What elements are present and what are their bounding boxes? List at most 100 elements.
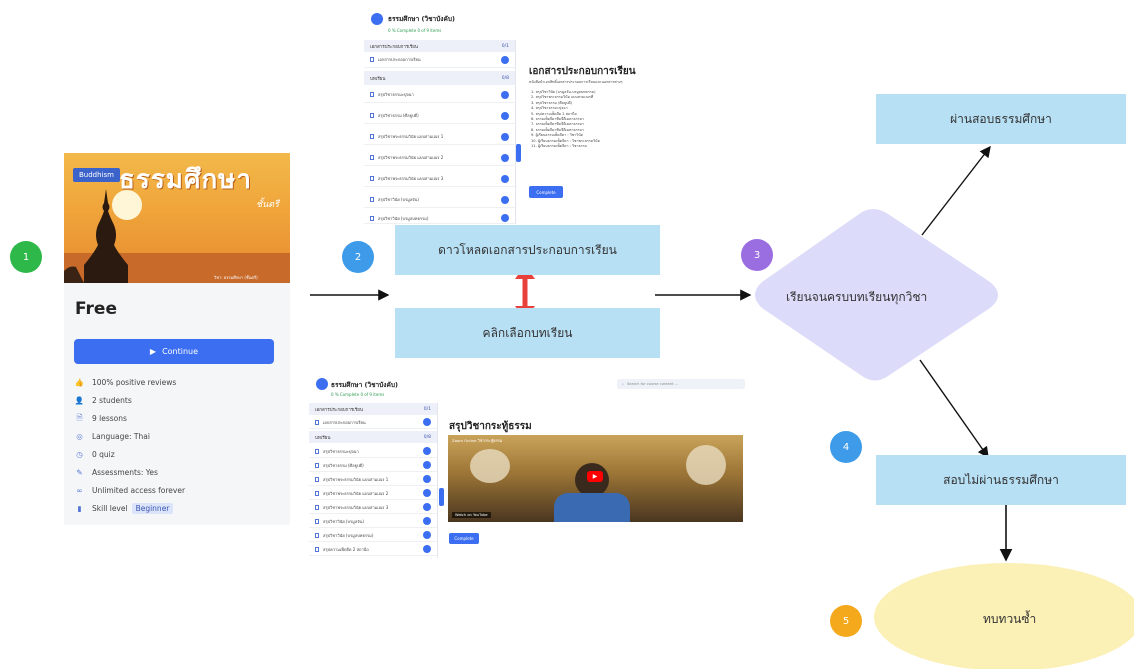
check-icon [423, 489, 431, 497]
course-title: ธรรมศึกษา (วิชาบังคับ) [388, 15, 455, 23]
course-meta-list: 👍 100% positive reviews 👤 2 students 🗎 9 le… [75, 373, 285, 517]
sidebar-item-lesson-1[interactable]: สรุปวิชาธรรมะปุจฉา [364, 87, 515, 103]
sidebar-item-lesson-6[interactable]: สรุปวิชาวินัย (บรมูลจัน) [309, 515, 437, 528]
sidebar-item-lesson-6[interactable]: สรุปวิชาวินัย (บรมูลจัน) [364, 192, 515, 208]
sidebar-item-lesson-7[interactable]: สรุปวิชาวินัย (บรมูลบทธรรม) [364, 213, 515, 224]
sidebar-section-documents[interactable]: เอกสารประกอบการเรียน 0/1 [364, 40, 515, 52]
sidebar-item-document[interactable]: เอกสารประกอบการเรียน [309, 416, 437, 429]
document-icon [315, 490, 319, 496]
document-icon [315, 504, 319, 510]
step-marker-4: 4 [830, 431, 862, 463]
course-price: Free [75, 299, 117, 319]
lesson-sidebar: เอกสารประกอบการเรียน 0/1 เอกสารประกอบการเ… [309, 403, 438, 558]
pass-exam-box: ผ่านสอบธรรมศึกษา [876, 94, 1126, 144]
search-input[interactable]: ⌕ Search for course content ... [617, 379, 745, 389]
check-icon [501, 214, 509, 222]
sidebar-section-lessons[interactable]: บทเรียน 0/8 [309, 431, 437, 443]
fail-exam-box: สอบไม่ผ่านธรรมศึกษา [876, 455, 1126, 505]
sidebar-item-lesson-3[interactable]: สรุปวิชาพระธรรมวินัย แบบสามเณร 1 [309, 473, 437, 486]
flow-diagram: Buddhism ธรรมศึกษา ชั้นตรี วิชา: ธรรมศึก… [0, 0, 1134, 669]
check-icon [423, 503, 431, 511]
sidebar-item-lesson-5[interactable]: สรุปวิชาพระธรรมวินัย แบบสามเณร 3 [364, 171, 515, 187]
sidebar-item-lesson-2[interactable]: สรุปวิชาธรรม (ศีลธูปดี) [364, 108, 515, 124]
document-icon [370, 197, 374, 202]
sidebar-toggle[interactable] [439, 488, 444, 506]
document-icon [370, 113, 374, 118]
check-icon [423, 517, 431, 525]
sidebar-section-lessons[interactable]: บทเรียน 0/8 [364, 71, 515, 85]
document-intro: หนังสือนำเอกสิทธิ์เอกสารประกอบการเรียนแล… [529, 80, 623, 84]
course-card: Buddhism ธรรมศึกษา ชั้นตรี วิชา: ธรรมศึก… [64, 153, 290, 525]
clock-icon: ◷ [76, 449, 83, 459]
document-icon [315, 476, 319, 482]
infinity-icon: ∞ [76, 485, 83, 495]
screenshot-video-page: ธรรมศึกษา (วิชาบังคับ) 0 % Complete 0 of… [309, 372, 747, 558]
step-marker-1: 1 [10, 241, 42, 273]
play-icon[interactable]: ▶ [587, 471, 603, 482]
sidebar-item-lesson-2[interactable]: สรุปวิชาธรรม (ศีลธูปดี) [309, 459, 437, 472]
check-icon [501, 132, 509, 141]
skill-level-badge: Beginner [131, 502, 174, 514]
search-icon: ⌕ [622, 382, 625, 386]
check-icon [501, 111, 509, 120]
sidebar-item-lesson-4[interactable]: สรุปวิชาพระธรรมวินัย แบบสามเณร 2 [364, 150, 515, 166]
meta-language: ◎ Language: Thai [76, 431, 150, 441]
video-player[interactable]: Zoom Online วิชากระทู้ธรรม ▶ Watch on Yo… [448, 435, 743, 522]
user-icon: 👤 [74, 395, 85, 405]
document-icon [315, 518, 319, 524]
document-icon [370, 155, 374, 160]
check-icon [423, 531, 431, 539]
complete-button[interactable]: Complete [449, 533, 479, 544]
sidebar-item-lesson-8[interactable]: สรุปความเพ็ดจีด 2 สถานีถ [309, 543, 437, 556]
check-icon [501, 90, 509, 99]
check-icon [501, 195, 509, 204]
cover-subtitle: ชั้นตรี [256, 200, 279, 210]
sidebar-item-lesson-3[interactable]: สรุปวิชาพระธรรมวินัย แบบสามเณร 1 [364, 129, 515, 145]
document-icon [315, 419, 319, 425]
document-icon [315, 462, 319, 468]
meta-assessments: ✎ Assessments: Yes [76, 467, 158, 477]
course-title: ธรรมศึกษา (วิชาบังคับ) [331, 381, 398, 389]
sidebar-toggle[interactable] [516, 144, 521, 162]
decision-label: เรียนจนครบบทเรียนทุกวิชา [786, 290, 928, 304]
sidebar-item-lesson-5[interactable]: สรุปวิชาพระธรรมวินัย แบบสามเณร 3 [309, 501, 437, 514]
play-icon: ▶ [149, 347, 157, 356]
continue-label: Continue [162, 347, 199, 356]
complete-button[interactable]: Complete [529, 186, 563, 198]
bar-chart-icon: ▮ [77, 503, 82, 513]
document-icon [315, 532, 319, 538]
document-icon [315, 546, 319, 552]
course-cover-image: Buddhism ธรรมศึกษา ชั้นตรี วิชา: ธรรมศึก… [64, 153, 290, 283]
sidebar-item-lesson-7[interactable]: สรุปวิชาวินัย (บรมูลบทธรรม) [309, 529, 437, 542]
course-progress: 0 % Complete 0 of 9 items [331, 392, 385, 397]
document-heading: เอกสารประกอบการเรียน [529, 66, 636, 77]
step-marker-5: 5 [830, 605, 862, 637]
video-title: Zoom Online วิชากระทู้ธรรม [452, 438, 503, 443]
globe-icon: ◎ [76, 431, 83, 441]
continue-button[interactable]: ▶ Continue [74, 339, 274, 364]
sidebar-item-document[interactable]: เอกสารประกอบการเรียน [364, 52, 515, 68]
check-icon [423, 545, 431, 553]
document-list: 1. สรุปวิชาวินัย (บรมูลจัน-บรมูลบทธรรม) … [531, 90, 691, 149]
check-icon [423, 475, 431, 483]
meta-reviews: 👍 100% positive reviews [74, 377, 177, 387]
check-icon [501, 55, 509, 64]
step-marker-2: 2 [342, 241, 374, 273]
watch-on-youtube[interactable]: Watch on YouTube [452, 512, 491, 518]
course-progress: 0 % Complete 0 of 9 items [388, 28, 442, 33]
category-badge[interactable]: Buddhism [73, 168, 120, 182]
app-logo-icon [316, 378, 328, 390]
sidebar-item-lesson-4[interactable]: สรุปวิชาพระธรรมวินัย แบบสามเณร 2 [309, 487, 437, 500]
check-icon [423, 447, 431, 455]
step-marker-3: 3 [741, 239, 773, 271]
lesson-heading: สรุปวิชากระทู้ธรรม [449, 421, 532, 432]
meta-lessons: 🗎 9 lessons [76, 412, 127, 423]
document-line[interactable]: 11. ผู้เรียนธรรมเพ็ดจีดา : วิชาธรรม [531, 144, 691, 149]
check-icon [423, 461, 431, 469]
check-icon [501, 174, 509, 183]
document-icon [370, 134, 374, 139]
app-logo-icon [371, 13, 383, 25]
sidebar-item-lesson-1[interactable]: สรุปวิชาธรรมะปุจฉา [309, 445, 437, 458]
meta-skill-level: ▮ Skill level Beginner [75, 499, 285, 517]
sidebar-section-documents[interactable]: เอกสารประกอบการเรียน 0/1 [309, 403, 437, 415]
